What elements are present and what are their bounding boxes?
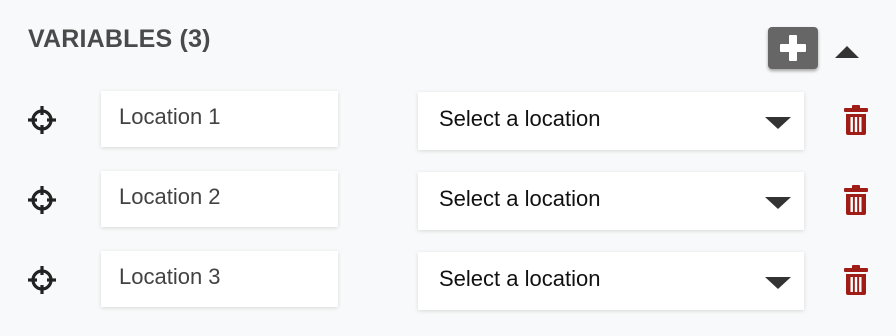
caret-up-icon [835, 46, 859, 58]
plus-icon [780, 35, 806, 61]
delete-variable-button[interactable] [843, 104, 869, 136]
section-title: VARIABLES (3) [28, 25, 211, 53]
location-select-value: Select a location [439, 266, 601, 291]
variable-row: Select a location [0, 171, 896, 230]
location-select-value: Select a location [439, 106, 601, 131]
trash-icon [844, 265, 868, 295]
variable-name-input[interactable] [101, 251, 338, 307]
caret-down-icon [765, 116, 791, 130]
location-select[interactable]: Select a location [418, 252, 804, 310]
delete-variable-button[interactable] [843, 264, 869, 296]
crosshair-move-icon [28, 186, 56, 214]
drag-handle[interactable] [25, 263, 59, 297]
location-select-value: Select a location [439, 186, 601, 211]
drag-handle[interactable] [25, 103, 59, 137]
crosshair-move-icon [28, 106, 56, 134]
caret-down-icon [765, 276, 791, 290]
caret-down-icon [765, 196, 791, 210]
crosshair-move-icon [28, 266, 56, 294]
trash-icon [844, 105, 868, 135]
variable-row: Select a location [0, 91, 896, 150]
variable-name-input[interactable] [101, 91, 338, 147]
trash-icon [844, 185, 868, 215]
variable-name-input[interactable] [101, 171, 338, 227]
add-variable-button[interactable] [768, 27, 818, 69]
collapse-button[interactable] [832, 38, 862, 64]
delete-variable-button[interactable] [843, 184, 869, 216]
variable-row: Select a location [0, 251, 896, 310]
location-select[interactable]: Select a location [418, 92, 804, 150]
location-select[interactable]: Select a location [418, 172, 804, 230]
drag-handle[interactable] [25, 183, 59, 217]
variables-panel: VARIABLES (3) Select a location [0, 0, 896, 336]
